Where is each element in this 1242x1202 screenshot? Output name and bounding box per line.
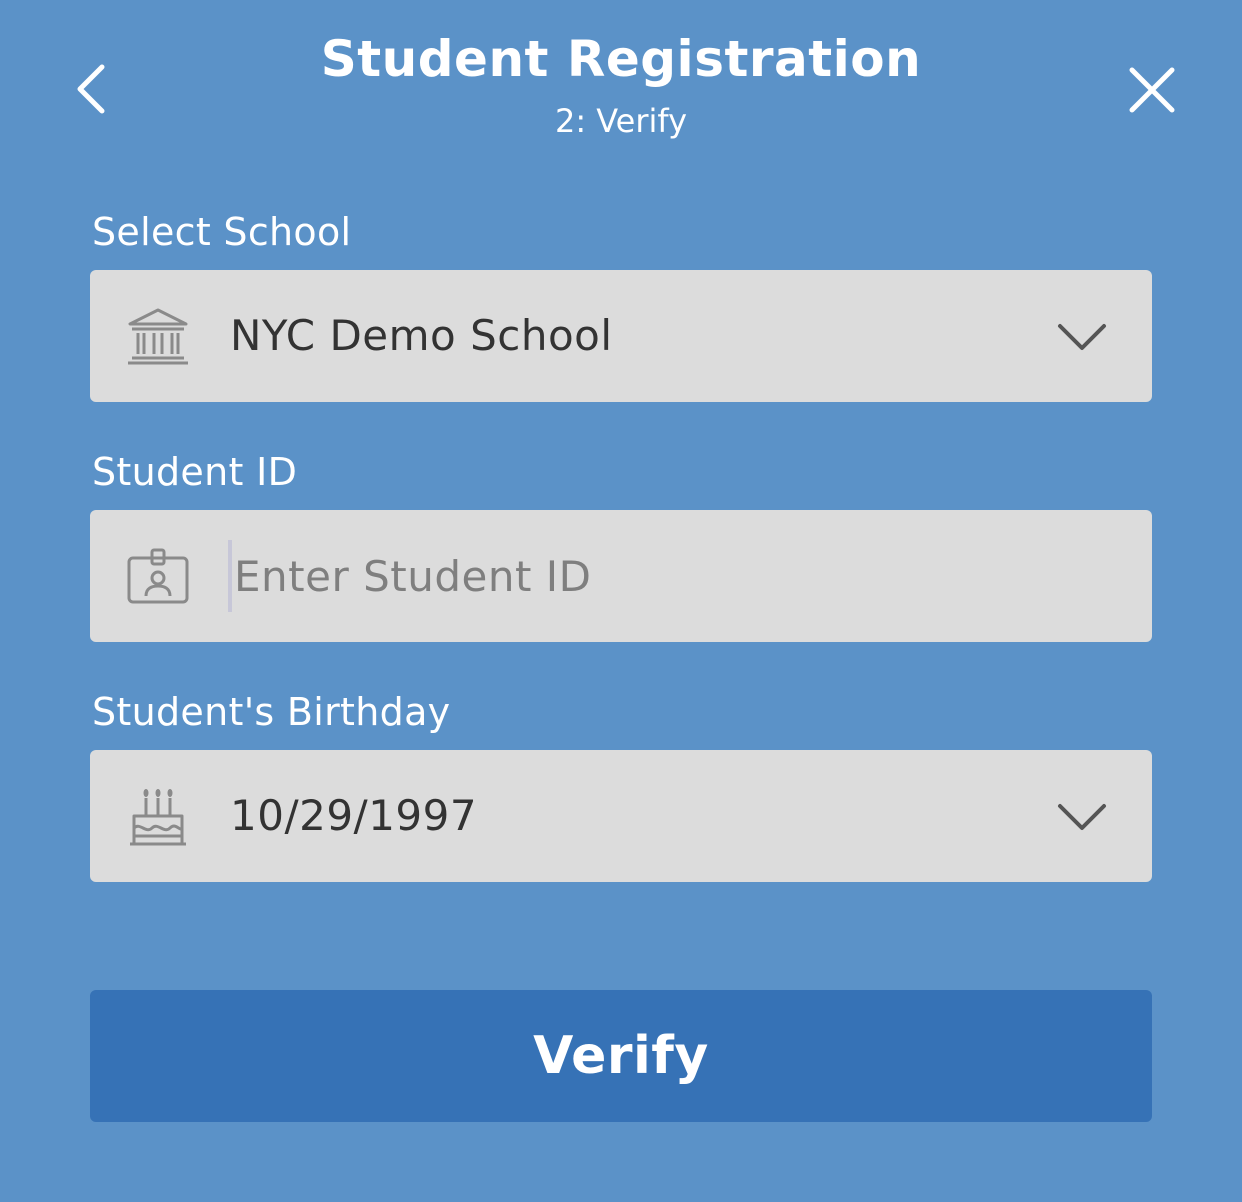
- chevron-down-icon: [1058, 324, 1106, 350]
- close-button[interactable]: [1120, 58, 1184, 122]
- verify-button[interactable]: Verify: [90, 990, 1152, 1122]
- school-label: Select School: [92, 210, 352, 254]
- student-id-label: Student ID: [92, 450, 298, 494]
- close-icon: [1129, 67, 1175, 113]
- student-id-field: [90, 510, 1152, 642]
- birthday-value: 10/29/1997: [230, 791, 478, 840]
- page-title: Student Registration: [320, 30, 922, 88]
- birthday-picker[interactable]: 10/29/1997: [90, 750, 1152, 882]
- school-value: NYC Demo School: [230, 311, 613, 360]
- id-badge-icon: [127, 548, 189, 604]
- header: Student Registration 2: Verify: [0, 0, 1242, 170]
- birthday-cake-icon: [130, 789, 186, 846]
- school-select[interactable]: NYC Demo School: [90, 270, 1152, 402]
- school-building-icon: [128, 308, 188, 365]
- birthday-label: Student's Birthday: [92, 690, 451, 734]
- student-id-input[interactable]: [228, 540, 1114, 612]
- chevron-down-icon: [1058, 804, 1106, 830]
- step-subtitle: 2: Verify: [554, 102, 688, 140]
